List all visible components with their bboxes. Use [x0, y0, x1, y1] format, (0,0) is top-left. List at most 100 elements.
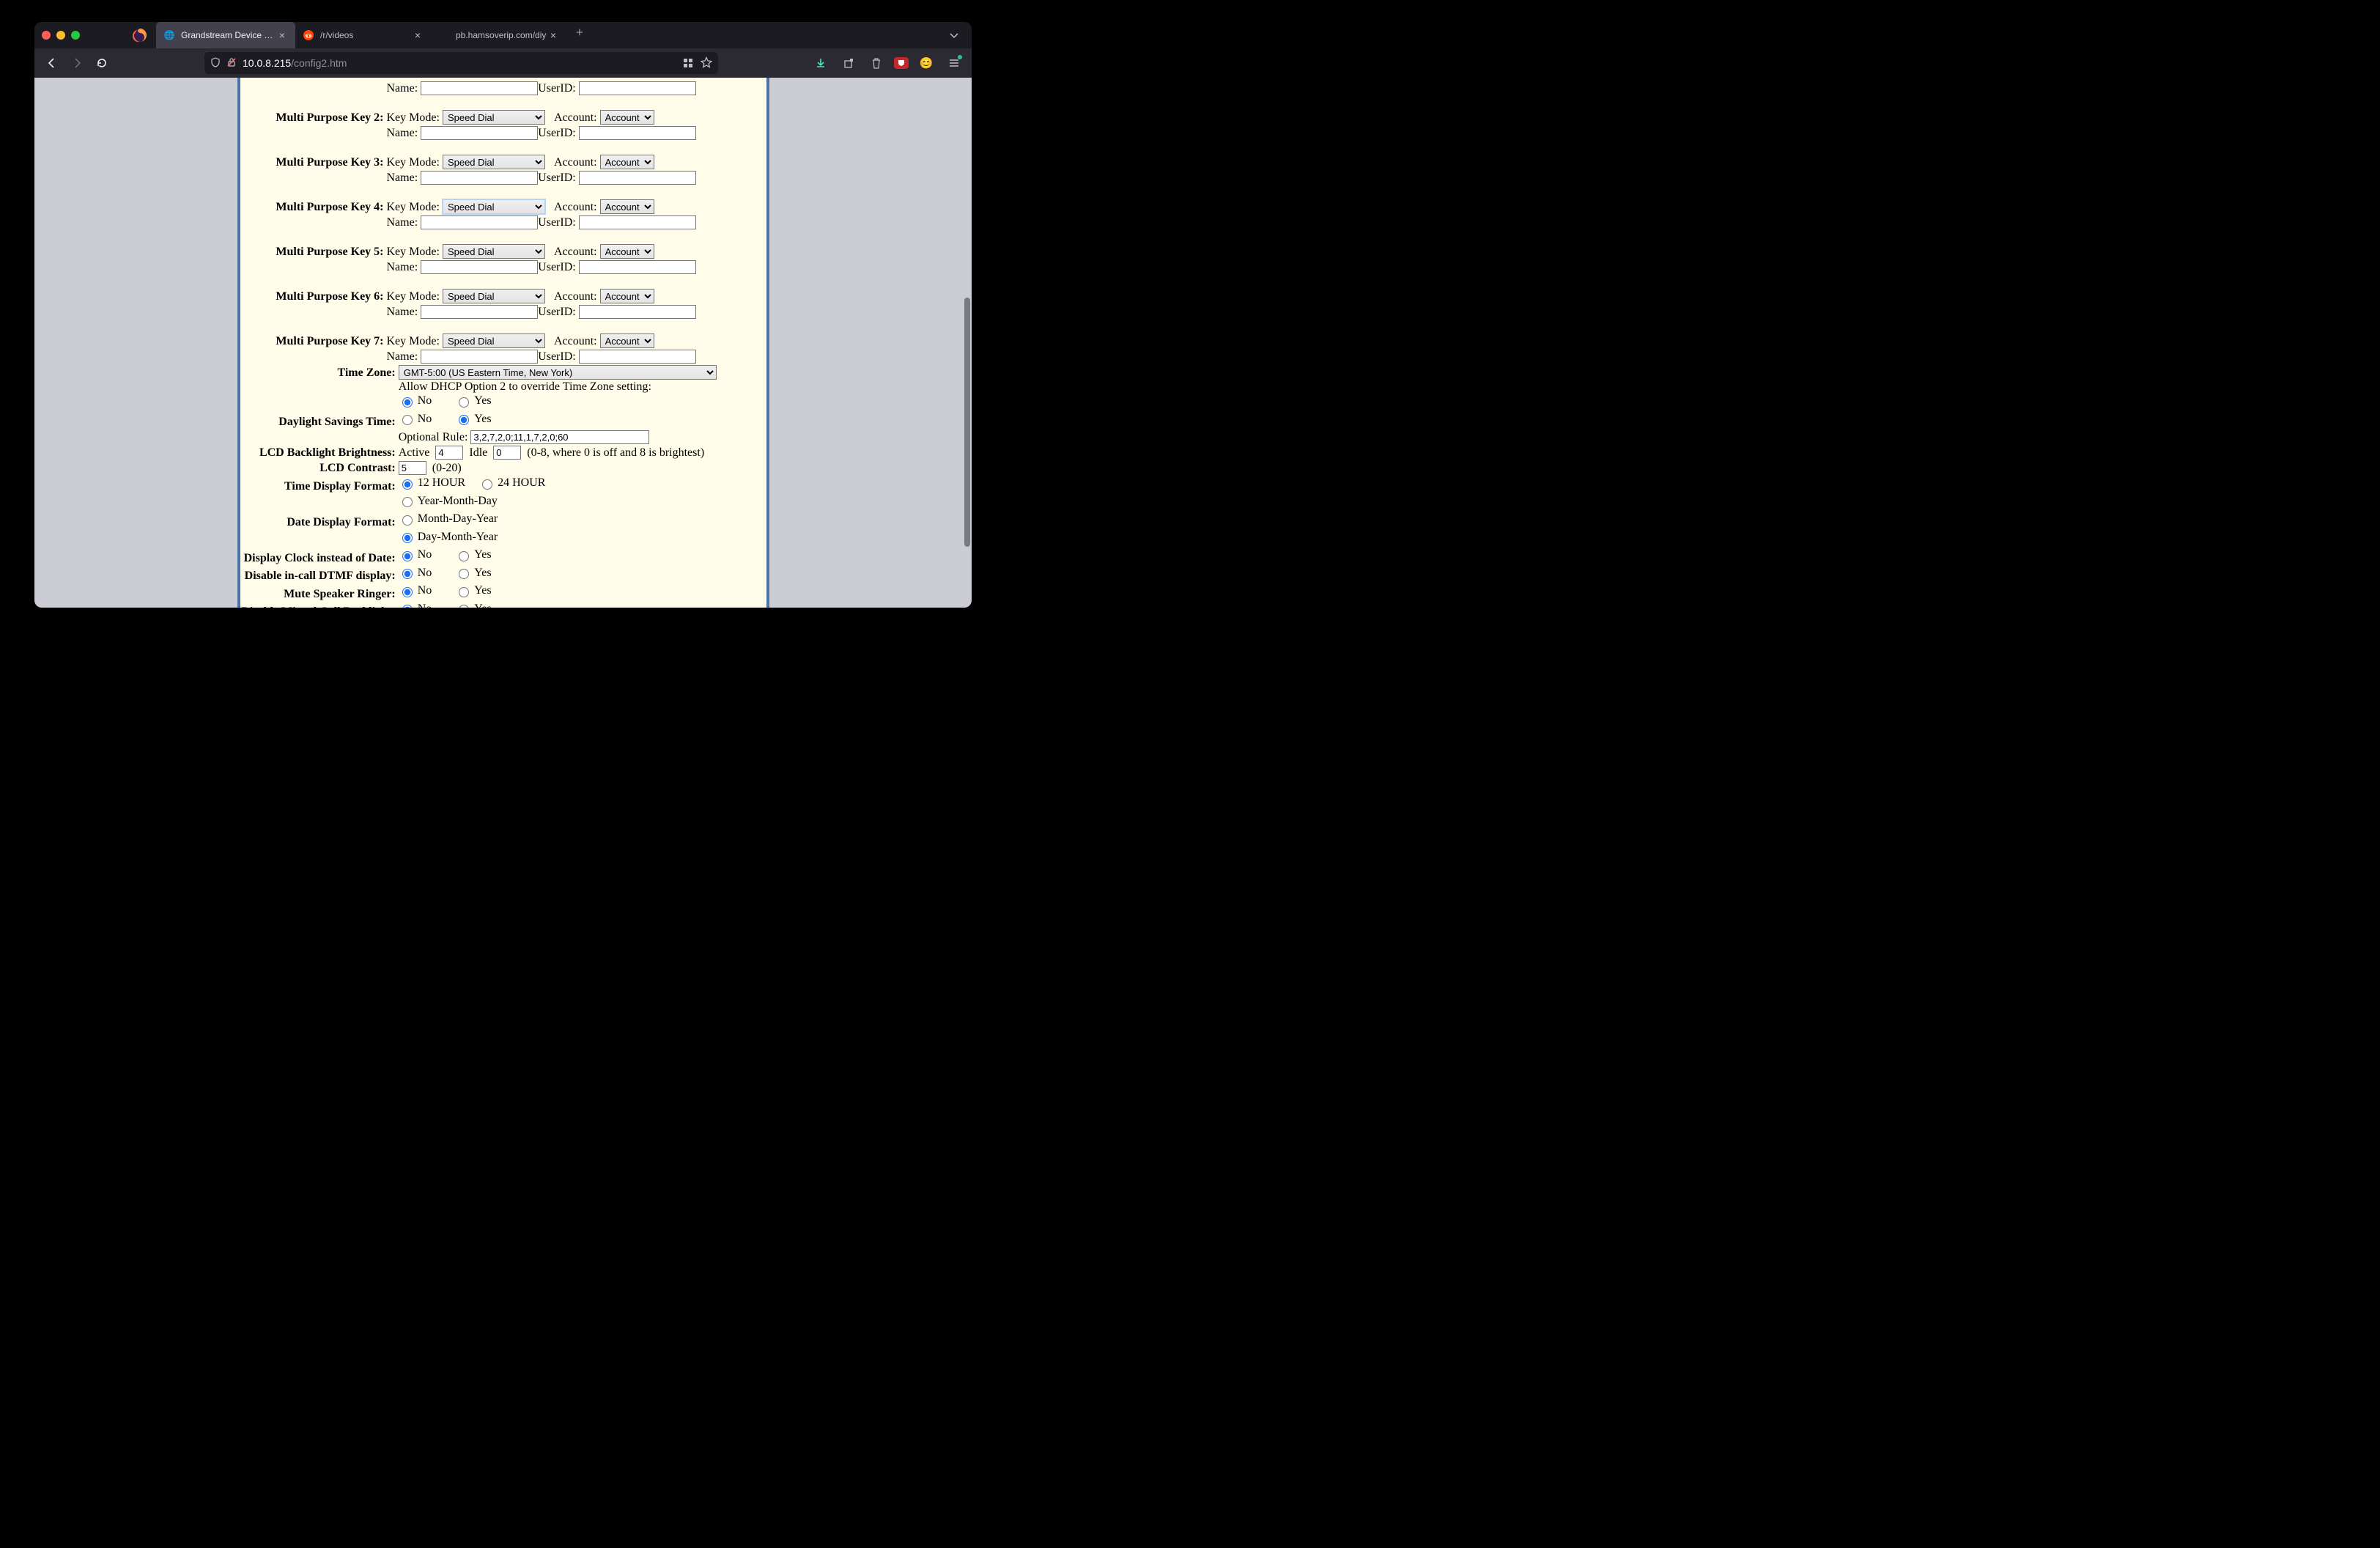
mpk-6-userid-input[interactable]	[579, 305, 696, 319]
page-viewport: Name: UserID: Multi Purpose Key 2:Key Mo…	[34, 78, 972, 608]
close-window-button[interactable]	[42, 31, 51, 40]
window-controls	[42, 31, 93, 40]
label-time-zone: Time Zone:	[240, 364, 397, 412]
reader-view-icon[interactable]	[683, 58, 693, 68]
mpk-3-keymode-select[interactable]: Speed Dial	[443, 155, 545, 169]
tab-grandstream[interactable]: 🌐 Grandstream Device Configuration ×	[156, 22, 295, 48]
label-dst: Daylight Savings Time:	[240, 412, 397, 430]
optional-rule-input[interactable]	[470, 430, 649, 444]
list-all-tabs-button[interactable]	[944, 25, 964, 45]
mpk-7-account-select[interactable]: Account 1	[600, 333, 654, 348]
new-tab-button[interactable]: +	[569, 22, 590, 43]
date-mdy-radio[interactable]	[402, 515, 413, 526]
label-backlight: LCD Backlight Brightness:	[240, 445, 397, 460]
tz-dhcp-note: Allow DHCP Option 2 to override Time Zon…	[399, 380, 765, 394]
time-zone-select[interactable]: GMT-5:00 (US Eastern Time, New York)	[399, 365, 717, 380]
close-tab-icon[interactable]: ×	[412, 29, 424, 41]
mute-ringer-no-radio[interactable]	[402, 587, 413, 597]
tab-title: pb.hamsoverip.com/diy	[456, 30, 547, 40]
label-clock-instead: Display Clock instead of Date:	[240, 548, 397, 566]
mpk-4-name-input[interactable]	[421, 215, 538, 229]
mpk-3-account-select[interactable]: Account 1	[600, 155, 654, 169]
label-time-format: Time Display Format:	[240, 476, 397, 494]
label-disable-missed: Disable Missed Call Backlight:	[240, 602, 397, 608]
tz-dhcp-yes-radio[interactable]	[459, 397, 469, 408]
date-dmy-radio[interactable]	[402, 533, 413, 543]
vertical-scrollbar[interactable]	[964, 298, 970, 547]
mpk-2-name-input[interactable]	[421, 126, 538, 140]
time-12-radio[interactable]	[402, 479, 413, 490]
clock-instead-no-radio[interactable]	[402, 551, 413, 561]
trash-icon[interactable]	[866, 53, 887, 73]
label-mpk-7: Multi Purpose Key 7:	[240, 333, 385, 349]
mpk-3-userid-input[interactable]	[579, 171, 696, 185]
tab-title: Grandstream Device Configuration	[181, 30, 276, 40]
mpk-5-account-select[interactable]: Account 1	[600, 244, 654, 259]
close-tab-icon[interactable]: ×	[547, 29, 559, 41]
mpk-2-userid-input[interactable]	[579, 126, 696, 140]
ublock-icon[interactable]	[894, 57, 909, 69]
mpk-6-account-select[interactable]: Account 1	[600, 289, 654, 303]
back-button[interactable]	[42, 53, 62, 73]
url-text: 10.0.8.215/config2.htm	[243, 57, 677, 69]
backlight-active-input[interactable]	[435, 446, 463, 460]
toolbar-right: 😊	[810, 53, 964, 73]
label-mpk-4: Multi Purpose Key 4:	[240, 199, 385, 215]
forward-button[interactable]	[67, 53, 87, 73]
maximize-window-button[interactable]	[71, 31, 80, 40]
mpk-7-name-input[interactable]	[421, 350, 538, 364]
mpk-4-keymode-select[interactable]: Speed Dial	[443, 199, 545, 214]
minimize-window-button[interactable]	[56, 31, 65, 40]
tab-reddit-videos[interactable]: /r/videos ×	[295, 22, 431, 48]
app-menu-button[interactable]	[944, 53, 964, 73]
mpk-6-name-input[interactable]	[421, 305, 538, 319]
extensions-icon[interactable]	[838, 53, 859, 73]
disable-dtmf-no-radio[interactable]	[402, 569, 413, 579]
date-ymd-radio[interactable]	[402, 497, 413, 507]
tracking-protection-icon[interactable]	[210, 57, 221, 70]
insecure-lock-icon[interactable]	[226, 57, 237, 70]
dst-no-radio[interactable]	[402, 415, 413, 425]
clock-instead-yes-radio[interactable]	[459, 551, 469, 561]
dst-yes-radio[interactable]	[459, 415, 469, 425]
tab-hamsoverip[interactable]: pb.hamsoverip.com/diy ×	[431, 22, 566, 48]
label-mpk-2: Multi Purpose Key 2:	[240, 109, 385, 125]
mpk-1-userid-input[interactable]	[579, 81, 696, 95]
contrast-input[interactable]	[399, 461, 426, 475]
disable-missed-yes-radio[interactable]	[459, 605, 469, 608]
url-bar[interactable]: 10.0.8.215/config2.htm	[204, 52, 718, 74]
mpk-1-name-input[interactable]	[421, 81, 538, 95]
mpk-3-name-input[interactable]	[421, 171, 538, 185]
firefox-logo-icon	[130, 25, 150, 45]
label-optional-rule: Optional Rule:	[399, 431, 468, 444]
close-tab-icon[interactable]: ×	[276, 29, 288, 41]
label-mpk-3: Multi Purpose Key 3:	[240, 154, 385, 170]
mpk-4-userid-input[interactable]	[579, 215, 696, 229]
disable-dtmf-yes-radio[interactable]	[459, 569, 469, 579]
mpk-7-keymode-select[interactable]: Speed Dial	[443, 333, 545, 348]
mpk-6-keymode-select[interactable]: Speed Dial	[443, 289, 545, 303]
reddit-icon	[303, 29, 314, 41]
emoji-extension-icon[interactable]: 😊	[916, 53, 936, 73]
mpk-5-keymode-select[interactable]: Speed Dial	[443, 244, 545, 259]
globe-icon: 🌐	[163, 29, 175, 41]
disable-missed-no-radio[interactable]	[402, 605, 413, 608]
reload-button[interactable]	[92, 53, 112, 73]
tz-dhcp-no-radio[interactable]	[402, 397, 413, 408]
mpk-4-account-select[interactable]: Account 1	[600, 199, 654, 214]
mpk-5-name-input[interactable]	[421, 260, 538, 274]
backlight-idle-input[interactable]	[493, 446, 521, 460]
mpk-2-account-select[interactable]: Account 1	[600, 110, 654, 125]
mpk-7-userid-input[interactable]	[579, 350, 696, 364]
config-page: Name: UserID: Multi Purpose Key 2:Key Mo…	[237, 78, 769, 608]
label-mpk-5: Multi Purpose Key 5:	[240, 243, 385, 259]
bookmark-star-icon[interactable]	[701, 56, 712, 70]
mpk-5-userid-input[interactable]	[579, 260, 696, 274]
downloads-icon[interactable]	[810, 53, 831, 73]
nav-toolbar: 10.0.8.215/config2.htm	[34, 48, 972, 78]
time-24-radio[interactable]	[482, 479, 492, 490]
mute-ringer-yes-radio[interactable]	[459, 587, 469, 597]
titlebar: 🌐 Grandstream Device Configuration × /r/…	[34, 22, 972, 48]
mpk-2-keymode-select[interactable]: Speed Dial	[443, 110, 545, 125]
label-disable-dtmf: Disable in-call DTMF display:	[240, 566, 397, 584]
